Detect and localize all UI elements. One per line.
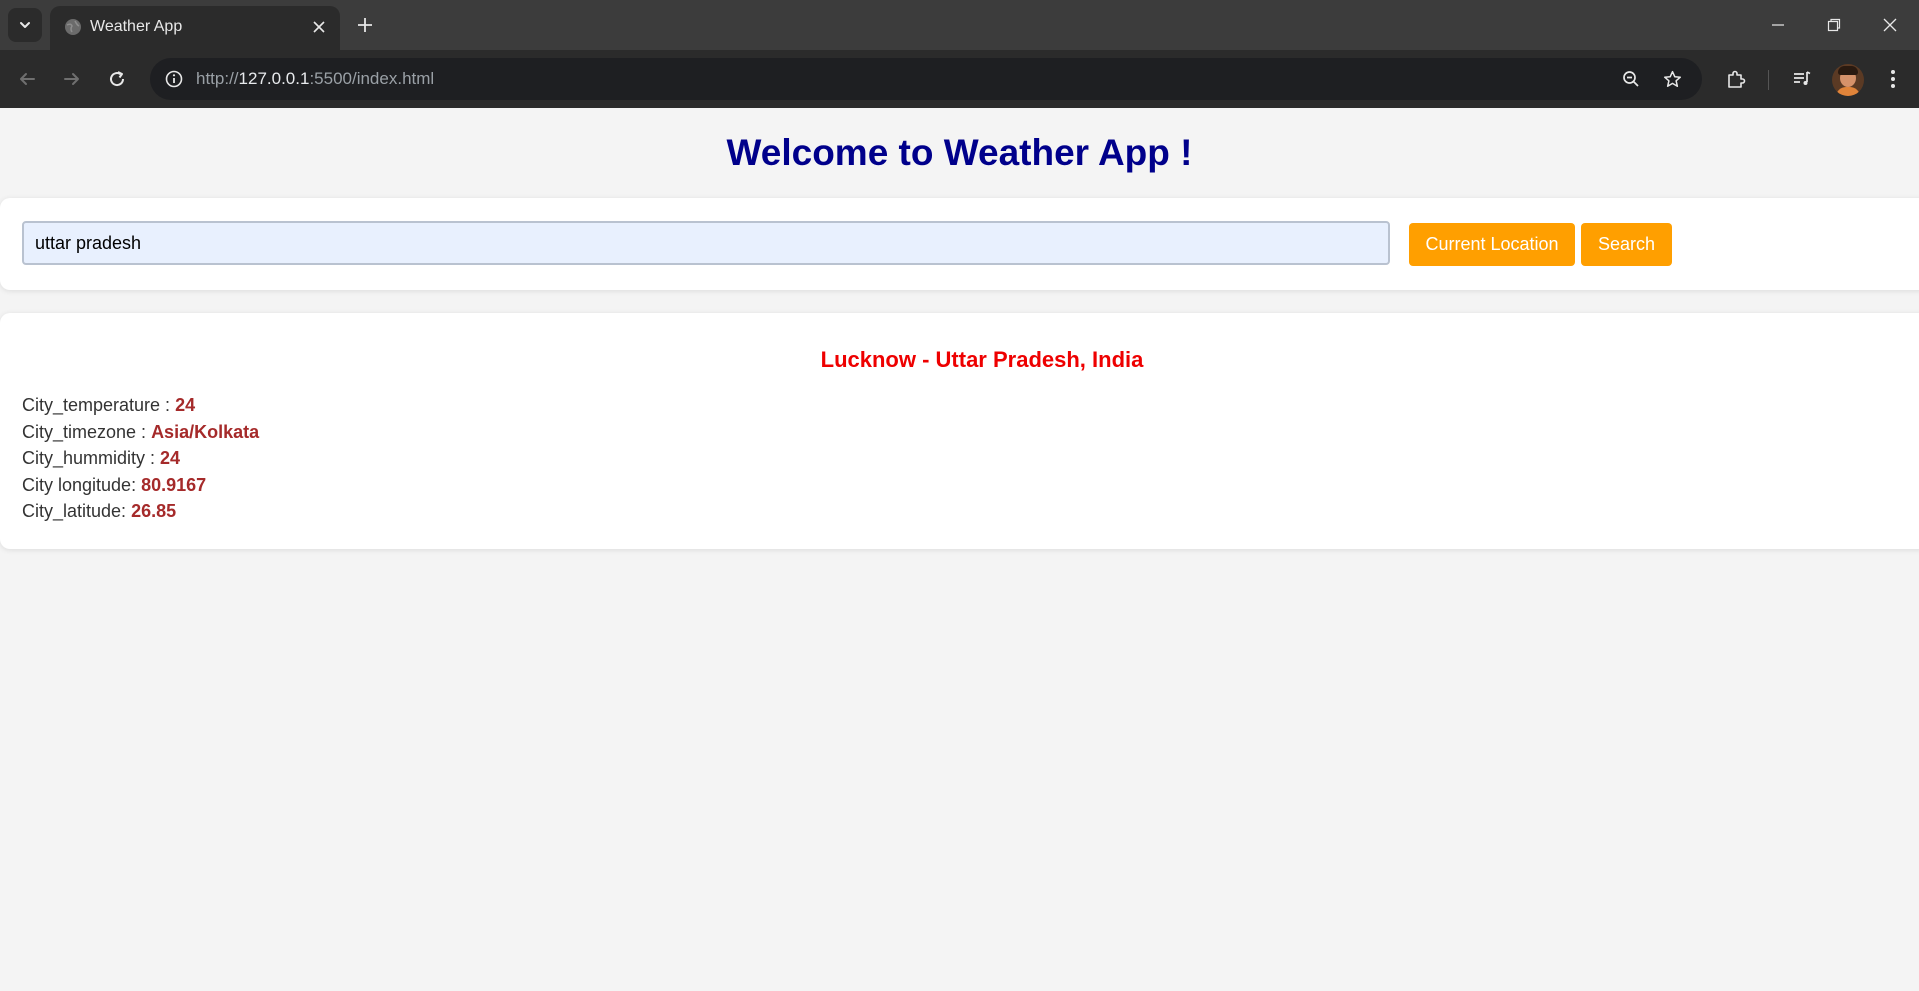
weather-info-list: City_temperature : 24 City_timezone : As… [22,392,259,525]
zoom-button[interactable] [1615,63,1647,95]
temperature-value: 24 [175,395,196,415]
media-controls-button[interactable] [1784,61,1820,97]
url-text[interactable]: http://127.0.0.1:5500/index.html [196,69,434,89]
weather-result-card: Lucknow - Uttar Pradesh, India City_temp… [0,313,1919,549]
bookmark-button[interactable] [1656,63,1688,95]
plus-icon [358,18,372,32]
search-button[interactable]: Search [1581,223,1672,266]
latitude-row: City_latitude: 26.85 [22,498,259,525]
humidity-label: City_hummidity : [22,448,161,468]
page-content: Welcome to Weather App ! Current Locatio… [0,108,1919,991]
restore-icon [1827,18,1841,32]
reload-button[interactable] [99,61,135,97]
url-scheme: http:// [196,69,239,88]
latitude-value: 26.85 [131,501,177,521]
more-vert-icon [1891,70,1895,88]
back-button[interactable] [9,61,45,97]
url-host: 127.0.0.1 [238,69,310,88]
timezone-value: Asia/Kolkata [151,421,260,442]
page-title: Welcome to Weather App ! [726,132,1193,173]
toolbar-divider [1768,70,1769,90]
close-window-button[interactable] [1862,0,1918,50]
chevron-down-icon [20,22,30,28]
star-icon [1663,70,1681,87]
city-heading: Lucknow - Uttar Pradesh, India [820,347,1144,372]
close-tab-icon[interactable] [308,16,330,38]
restore-button[interactable] [1806,0,1862,50]
humidity-value: 24 [160,448,181,468]
timezone-row: City_timezone : Asia/Kolkata [22,419,259,446]
temperature-label: City_temperature : [22,395,176,415]
timezone-label: City_timezone : [22,421,152,442]
search-input[interactable] [22,221,1390,265]
longitude-value: 80.9167 [141,474,207,495]
temperature-row: City_temperature : 24 [22,392,259,419]
url-path: :5500/index.html [309,69,435,88]
globe-icon [65,19,81,35]
reload-icon [110,71,125,87]
profile-avatar[interactable] [1832,64,1864,96]
playlist-icon [1794,71,1811,85]
arrow-left-icon [20,73,35,85]
close-icon [1883,18,1897,32]
forward-button[interactable] [54,61,90,97]
info-icon [165,70,183,88]
minimize-button[interactable] [1750,0,1806,50]
browser-titlebar: Weather App [0,0,1919,50]
minimize-icon [1772,24,1784,26]
menu-button[interactable] [1875,61,1911,97]
zoom-out-icon [1623,71,1639,87]
search-card: Current Location Search [0,198,1919,290]
latitude-label: City_latitude: [22,501,132,521]
puzzle-icon [1728,70,1746,88]
longitude-row: City longitude: 80.9167 [22,472,259,499]
new-tab-button[interactable] [350,10,380,40]
humidity-row: City_hummidity : 24 [22,445,259,472]
tab-search-button[interactable] [8,8,42,42]
extensions-button[interactable] [1718,61,1754,97]
current-location-button[interactable]: Current Location [1409,223,1575,266]
longitude-label: City longitude: [22,474,142,495]
site-info-button[interactable] [158,63,190,95]
arrow-right-icon [64,73,79,85]
address-bar[interactable]: http://127.0.0.1:5500/index.html [150,58,1702,100]
browser-toolbar: http://127.0.0.1:5500/index.html [0,50,1919,108]
browser-tab[interactable]: Weather App [50,6,340,50]
tab-title: Weather App [90,18,183,35]
